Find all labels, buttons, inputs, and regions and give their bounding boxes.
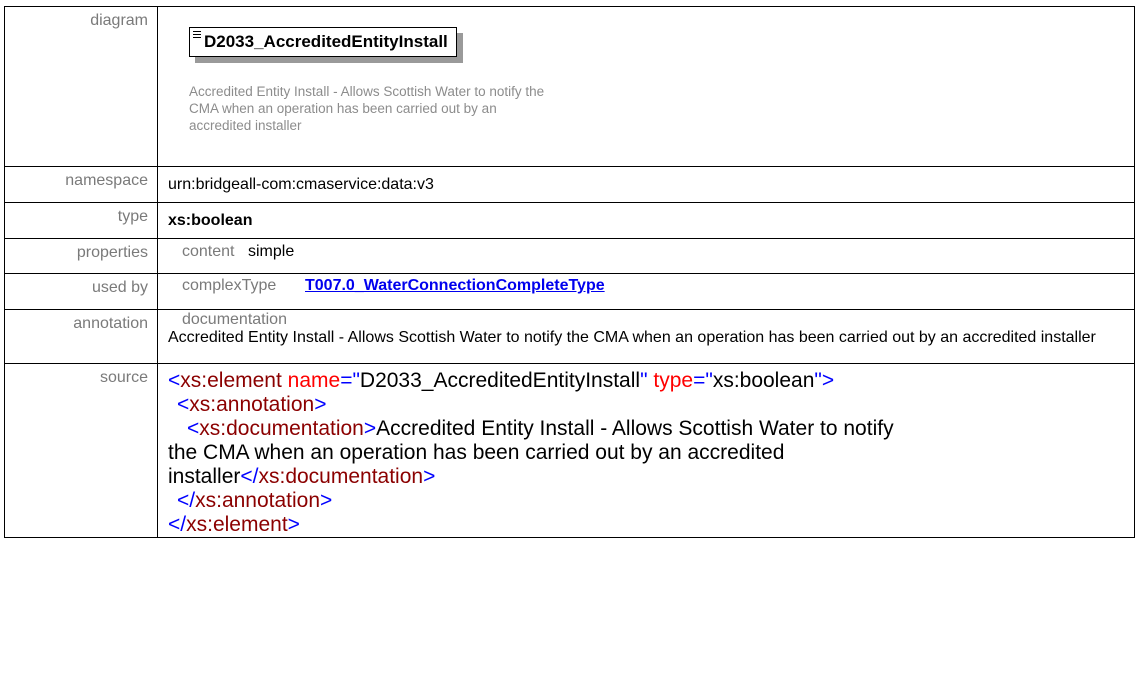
src-attr-name-value: D2033_AccreditedEntityInstall [359,369,641,392]
src-tag-annotation-open: xs:annotation [189,393,315,416]
row-label-namespace: namespace [4,166,158,203]
row-diagram: diagram D2033_AccreditedEntityInstall Ac… [4,6,1135,167]
source-line-element-close: </xs:element> [168,513,300,536]
src-doc-text-3: installer [168,465,241,488]
source-cell: <xs:element name="D2033_AccreditedEntity… [157,363,1135,538]
row-annotation: annotation documentation Accredited Enti… [4,309,1135,364]
type-value: xs:boolean [157,202,1135,239]
used-by-cell: complexType T007.0_WaterConnectionComplet… [157,273,1135,310]
namespace-value: urn:bridgeall-com:cmaservice:data:v3 [157,166,1135,203]
annotation-heading: documentation [182,311,287,328]
src-attr-type-value: xs:boolean [712,369,815,392]
source-line-doc-cont-2: installer</xs:documentation> [168,465,436,488]
row-label-annotation: annotation [4,309,158,364]
element-box[interactable]: D2033_AccreditedEntityInstall [189,27,457,57]
row-label-source: source [4,363,158,538]
row-properties: properties content simple [4,238,1135,274]
used-by-line: complexType T007.0_WaterConnectionComplet… [168,274,1134,295]
src-tag-documentation-open: xs:documentation [199,417,364,440]
src-doc-text-2: the CMA when an operation has been carri… [168,441,785,464]
src-doc-text-1: Accredited Entity Install - Allows Scott… [376,417,894,440]
element-description: Accredited Entity Install - Allows Scott… [189,84,545,133]
properties-value: simple [248,243,295,260]
row-namespace: namespace urn:bridgeall-com:cmaservice:d… [4,166,1135,203]
properties-key: content [182,243,235,260]
src-tag-annotation-close: xs:annotation [195,489,321,512]
src-tag-element: xs:element [180,369,282,392]
row-label-properties: properties [4,238,158,274]
source-line-annotation-open: <xs:annotation> [177,393,327,416]
src-attr-type: type [653,369,694,392]
diagram: D2033_AccreditedEntityInstall Accredited… [168,7,1134,166]
properties-cell: content simple [157,238,1135,274]
src-attr-name: name [287,369,341,392]
schema-doc-table: diagram D2033_AccreditedEntityInstall Ac… [4,6,1135,538]
row-type: type xs:boolean [4,202,1135,239]
annotation-cell: documentation Accredited Entity Install … [157,309,1135,364]
source-code: <xs:element name="D2033_AccreditedEntity… [168,364,1134,537]
src-tag-element-close: xs:element [186,513,288,536]
source-line-doc-cont-1: the CMA when an operation has been carri… [168,441,1124,465]
row-label-diagram: diagram [4,6,158,167]
used-by-kind: complexType [182,277,277,294]
annotation-text: Accredited Entity Install - Allows Scott… [168,329,1096,346]
row-used-by: used by complexType T007.0_WaterConnectio… [4,273,1135,310]
diagram-cell: D2033_AccreditedEntityInstall Accredited… [157,6,1135,167]
used-by-link[interactable]: T007.0_WaterConnectionCompleteType [305,277,605,294]
element-name: D2033_AccreditedEntityInstall [204,32,448,51]
element-icon [193,31,201,39]
row-label-used-by: used by [4,273,158,310]
properties-line: content simple [168,239,1134,261]
source-line-element-open: <xs:element name="D2033_AccreditedEntity… [168,369,835,392]
source-line-annotation-close: </xs:annotation> [177,489,333,512]
row-label-type: type [4,202,158,239]
row-source: source <xs:element name="D2033_Accredite… [4,363,1135,538]
source-line-documentation: <xs:documentation>Accredited Entity Inst… [187,417,894,440]
src-tag-documentation-close: xs:documentation [258,465,424,488]
